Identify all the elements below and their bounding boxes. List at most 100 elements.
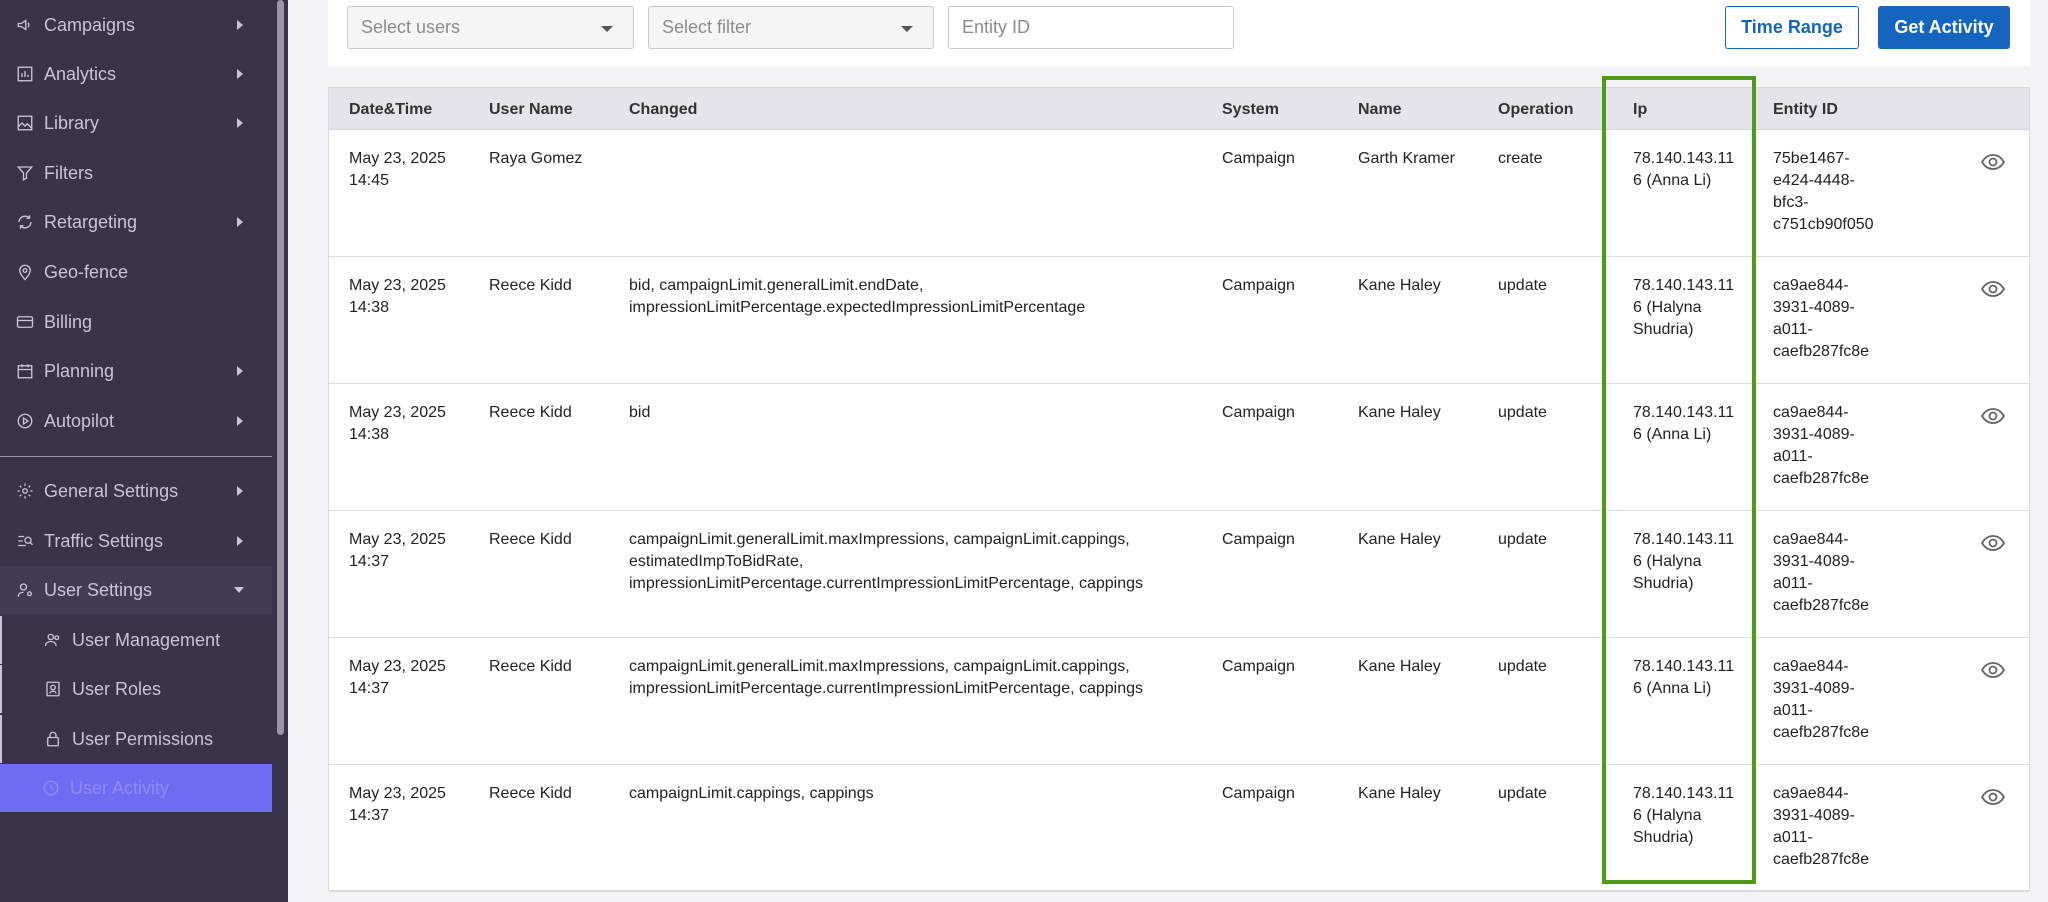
lock-icon [43,729,63,749]
sidebar-item-planning[interactable]: Planning [0,347,272,395]
cell-line: 6 (Halyna [1633,553,1702,570]
cell-name: Kane Haley [1358,658,1441,675]
id-badge-icon [43,679,63,699]
sidebar-item-traffic-settings[interactable]: Traffic Settings [0,517,272,565]
eye-icon[interactable] [1980,152,2006,172]
user-settings-icon [15,580,35,600]
cell-line: campaignLimit.cappings, cappings [629,785,874,802]
traffic-icon [15,531,35,551]
cell-line: estimatedImpToBidRate, [629,553,804,570]
cell-line: 6 (Anna Li) [1633,172,1712,189]
eye-icon[interactable] [1980,660,2006,680]
sidebar-item-label: Traffic Settings [44,530,164,551]
sidebar-item-label: Autopilot [44,410,115,431]
column-header-user-name[interactable]: User Name [489,101,573,119]
cell-name: Kane Haley [1358,785,1441,802]
eye-icon[interactable] [1980,279,2006,299]
sidebar-item-label: User Activity [70,777,170,798]
table-row[interactable]: May 23, 2025 14:37 Reece Kidd campaignLimit… [329,765,2029,892]
sidebar-item-user-settings[interactable]: User Settings [0,566,272,614]
filter-select[interactable]: Select filter [648,6,934,49]
chevron-right-icon [237,69,243,79]
users-icon [43,630,63,650]
cell-system: Campaign [1222,277,1295,294]
get-activity-button[interactable]: Get Activity [1878,6,2010,49]
cell-line: May 23, 2025 [349,277,446,294]
sidebar-item-library[interactable]: Library [0,99,272,147]
cell-line: a011- [1773,702,1813,719]
activity-table: Date&Time User Name Changed System Name … [328,87,2030,892]
cell-line: 78.140.143.11 [1633,658,1735,675]
bar-chart-icon [15,64,35,84]
table-row[interactable]: May 23, 2025 14:38 Reece Kidd bid Campaign Ka… [329,384,2029,511]
sidebar-item-autopilot[interactable]: Autopilot [0,397,272,445]
column-header-changed[interactable]: Changed [629,101,697,119]
cell-operation: update [1498,658,1547,675]
sidebar-item-user-activity[interactable]: User Activity [0,764,272,812]
cell-line: 6 (Anna Li) [1633,680,1712,697]
cell-line: 3931-4089- [1773,680,1855,697]
sidebar-item-general-settings[interactable]: General Settings [0,467,272,515]
sidebar-item-label: Library [44,112,100,133]
cell-line: 14:37 [349,680,390,697]
cell-date-time: May 23, 2025 14:37 [349,783,446,827]
cell-changed: campaignLimit.generalLimit.maxImpression… [629,529,1143,595]
column-header-operation[interactable]: Operation [1498,101,1574,119]
cell-line: 6 (Halyna [1633,299,1702,316]
sidebar-item-label: Geo-fence [44,261,129,282]
sidebar-item-filters[interactable]: Filters [0,149,272,197]
cell-operation: update [1498,531,1547,548]
cell-date-time: May 23, 2025 14:38 [349,402,446,446]
cell-entity-id: ca9ae844- 3931-4089- a011- caefb287fc8e [1773,529,1869,617]
cell-line: May 23, 2025 [349,531,446,548]
sidebar-scrollbar[interactable] [277,0,284,735]
cell-line: Shudria) [1633,575,1694,592]
sidebar: Campaigns Analytics Library Filters Reta… [0,0,288,902]
cell-line: 78.140.143.11 [1633,404,1735,421]
cell-operation: update [1498,277,1547,294]
sidebar-item-campaigns[interactable]: Campaigns [0,1,272,49]
sidebar-item-retargeting[interactable]: Retargeting [0,198,272,246]
time-range-button[interactable]: Time Range [1725,6,1859,49]
cell-changed: bid [629,402,650,424]
column-header-name[interactable]: Name [1358,101,1402,119]
cell-operation: create [1498,150,1543,167]
table-row[interactable]: May 23, 2025 14:45 Raya Gomez Campaign Garth… [329,130,2029,257]
map-pin-icon [15,262,35,282]
table-row[interactable]: May 23, 2025 14:38 Reece Kidd bid, campaign… [329,257,2029,384]
sidebar-item-user-management[interactable]: User Management [0,616,272,664]
image-icon [15,113,35,133]
cell-user-name: Reece Kidd [489,785,572,802]
table-row[interactable]: May 23, 2025 14:37 Reece Kidd campaignLimit… [329,511,2029,638]
sidebar-item-user-roles[interactable]: User Roles [0,665,272,713]
users-select[interactable]: Select users [347,6,634,49]
cell-line: impressionLimitPercentage.currentImpress… [629,680,1144,697]
column-header-ip[interactable]: Ip [1633,101,1647,119]
sidebar-item-label: Campaigns [44,14,136,35]
sidebar-item-geo-fence[interactable]: Geo-fence [0,248,272,296]
eye-icon[interactable] [1980,787,2006,807]
column-header-entity-id[interactable]: Entity ID [1773,101,1838,119]
cell-line: 3931-4089- [1773,553,1855,570]
gear-icon [15,481,35,501]
cell-line: a011- [1773,448,1813,465]
sidebar-item-user-permissions[interactable]: User Permissions [0,715,272,763]
cell-line: bid, campaignLimit.generalLimit.endDate, [629,277,924,294]
column-header-system[interactable]: System [1222,101,1279,119]
chevron-down-icon [601,26,613,32]
cell-line: 14:38 [349,299,390,316]
cell-line: bid [629,404,651,421]
cell-ip: 78.140.143.11 6 (Halyna Shudria) [1633,275,1734,341]
chevron-down-icon [234,587,244,593]
sidebar-item-billing[interactable]: Billing [0,298,272,346]
sidebar-item-analytics[interactable]: Analytics [0,50,272,98]
chevron-right-icon [237,366,243,376]
entity-id-input[interactable]: Entity ID [948,6,1234,49]
cell-date-time: May 23, 2025 14:38 [349,275,446,319]
table-row[interactable]: May 23, 2025 14:37 Reece Kidd campaignLimit… [329,638,2029,765]
cell-user-name: Raya Gomez [489,150,583,167]
cell-line: ca9ae844- [1773,277,1849,294]
eye-icon[interactable] [1980,406,2006,426]
eye-icon[interactable] [1980,533,2006,553]
column-header-date-time[interactable]: Date&Time [349,101,432,119]
